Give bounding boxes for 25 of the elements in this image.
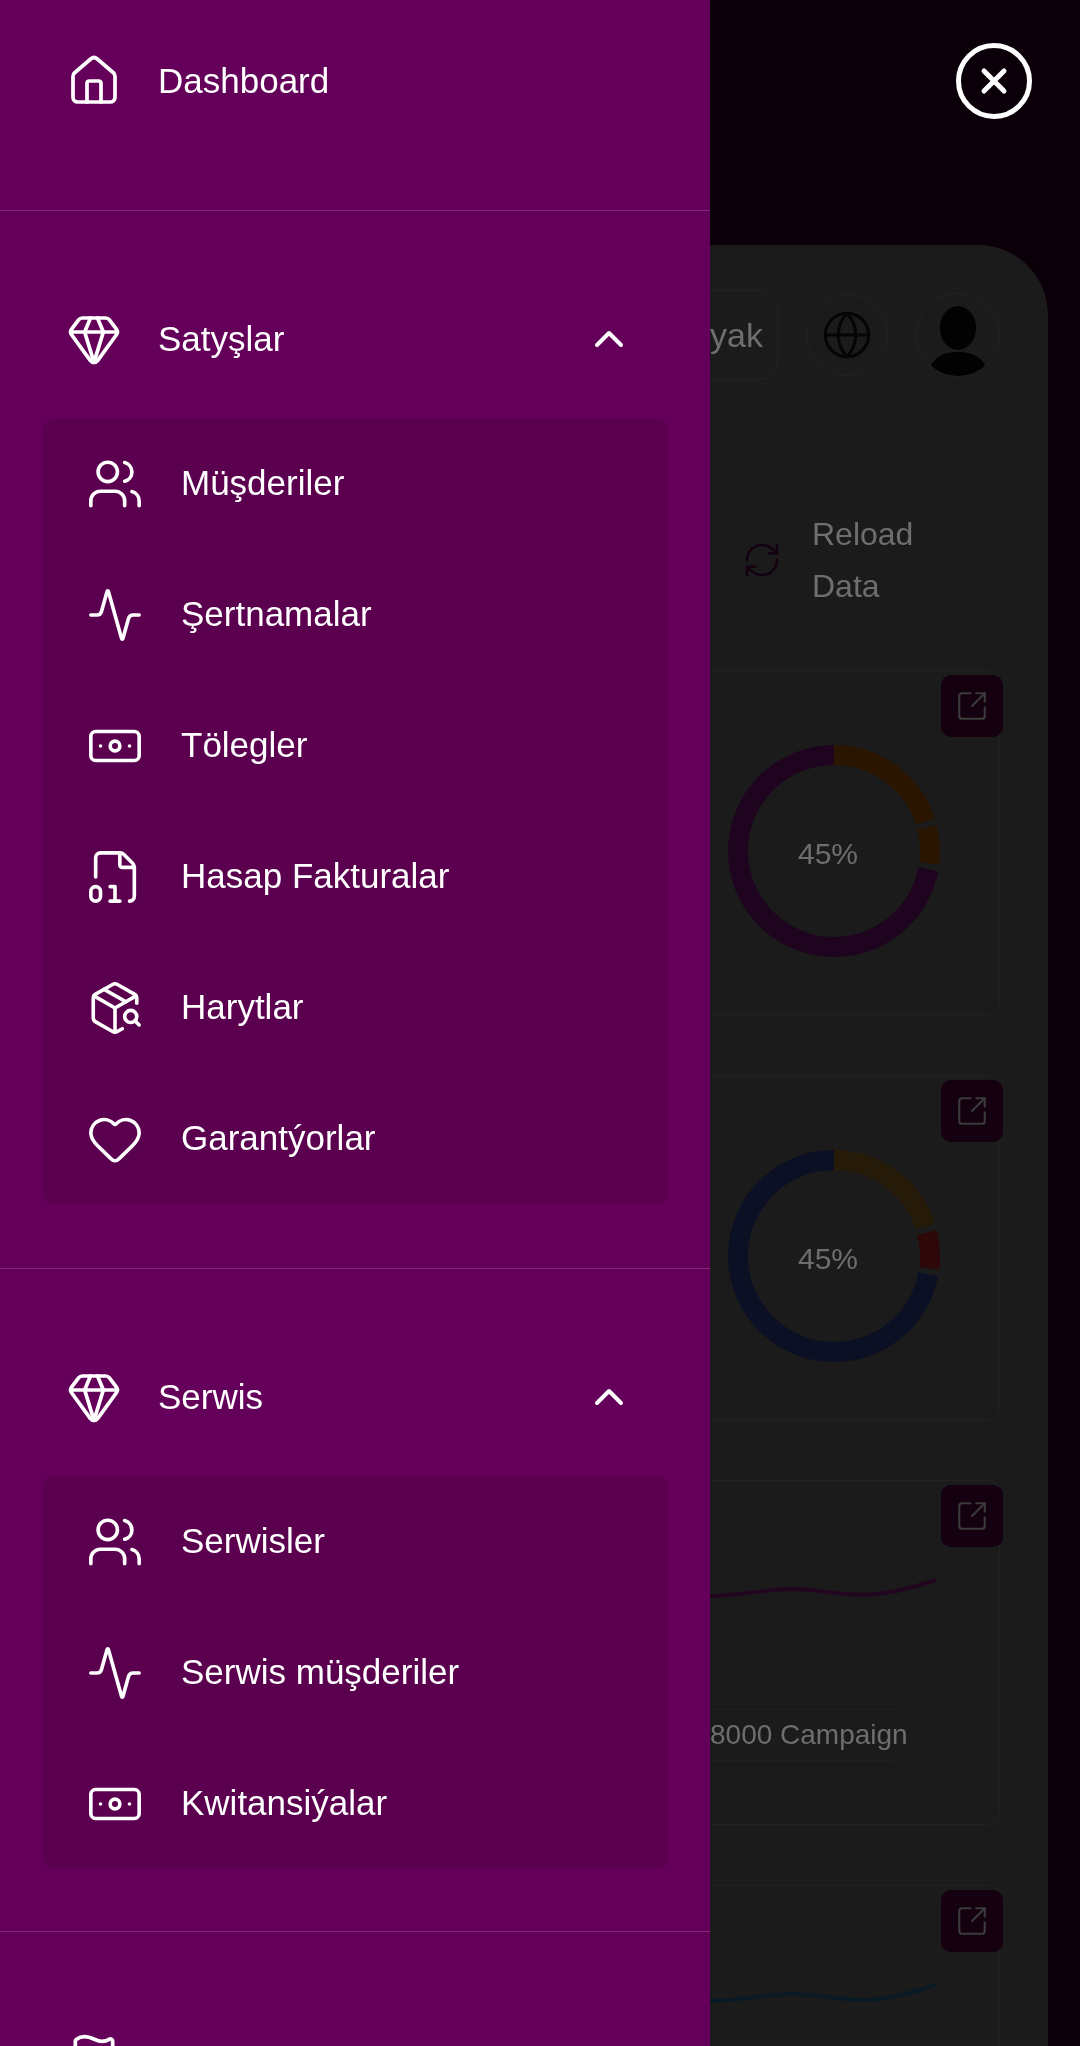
menu-group-header[interactable]: Satyşlar [0,297,710,381]
submenu-item[interactable]: Kwitansiýalar [42,1738,668,1869]
menu-group-header[interactable]: Serwis [0,1355,710,1439]
external-link-icon [955,689,989,723]
open-external-button[interactable] [941,675,1003,737]
submenu-item[interactable]: Harytlar [42,942,668,1073]
external-link-icon [955,1094,989,1128]
external-link-icon [955,1904,989,1938]
submenu-item[interactable]: Şertnamalar [42,549,668,680]
open-external-button[interactable] [941,1485,1003,1547]
menu-group-label: Satyşlar [158,317,286,360]
submenu-item[interactable]: Müşderiler [42,418,668,549]
donut-percentage: 45% [798,1241,859,1277]
close-button[interactable] [956,43,1032,119]
menu-group-label: Serwis [158,1375,265,1418]
external-link-icon [955,1499,989,1533]
open-external-button[interactable] [941,1080,1003,1142]
submenu-item[interactable]: Hasap Fakturalar [42,811,668,942]
submenu-item[interactable]: Serwis müşderiler [42,1607,668,1738]
submenu-item[interactable]: Serwisler [42,1476,668,1607]
submenu-item[interactable]: Tölegler [42,680,668,811]
open-external-button[interactable] [941,1890,1003,1952]
donut-percentage: 45% [798,836,859,872]
menu-item[interactable]: Dashboard [0,0,710,162]
submenu-item[interactable]: Garantýorlar [42,1073,668,1204]
